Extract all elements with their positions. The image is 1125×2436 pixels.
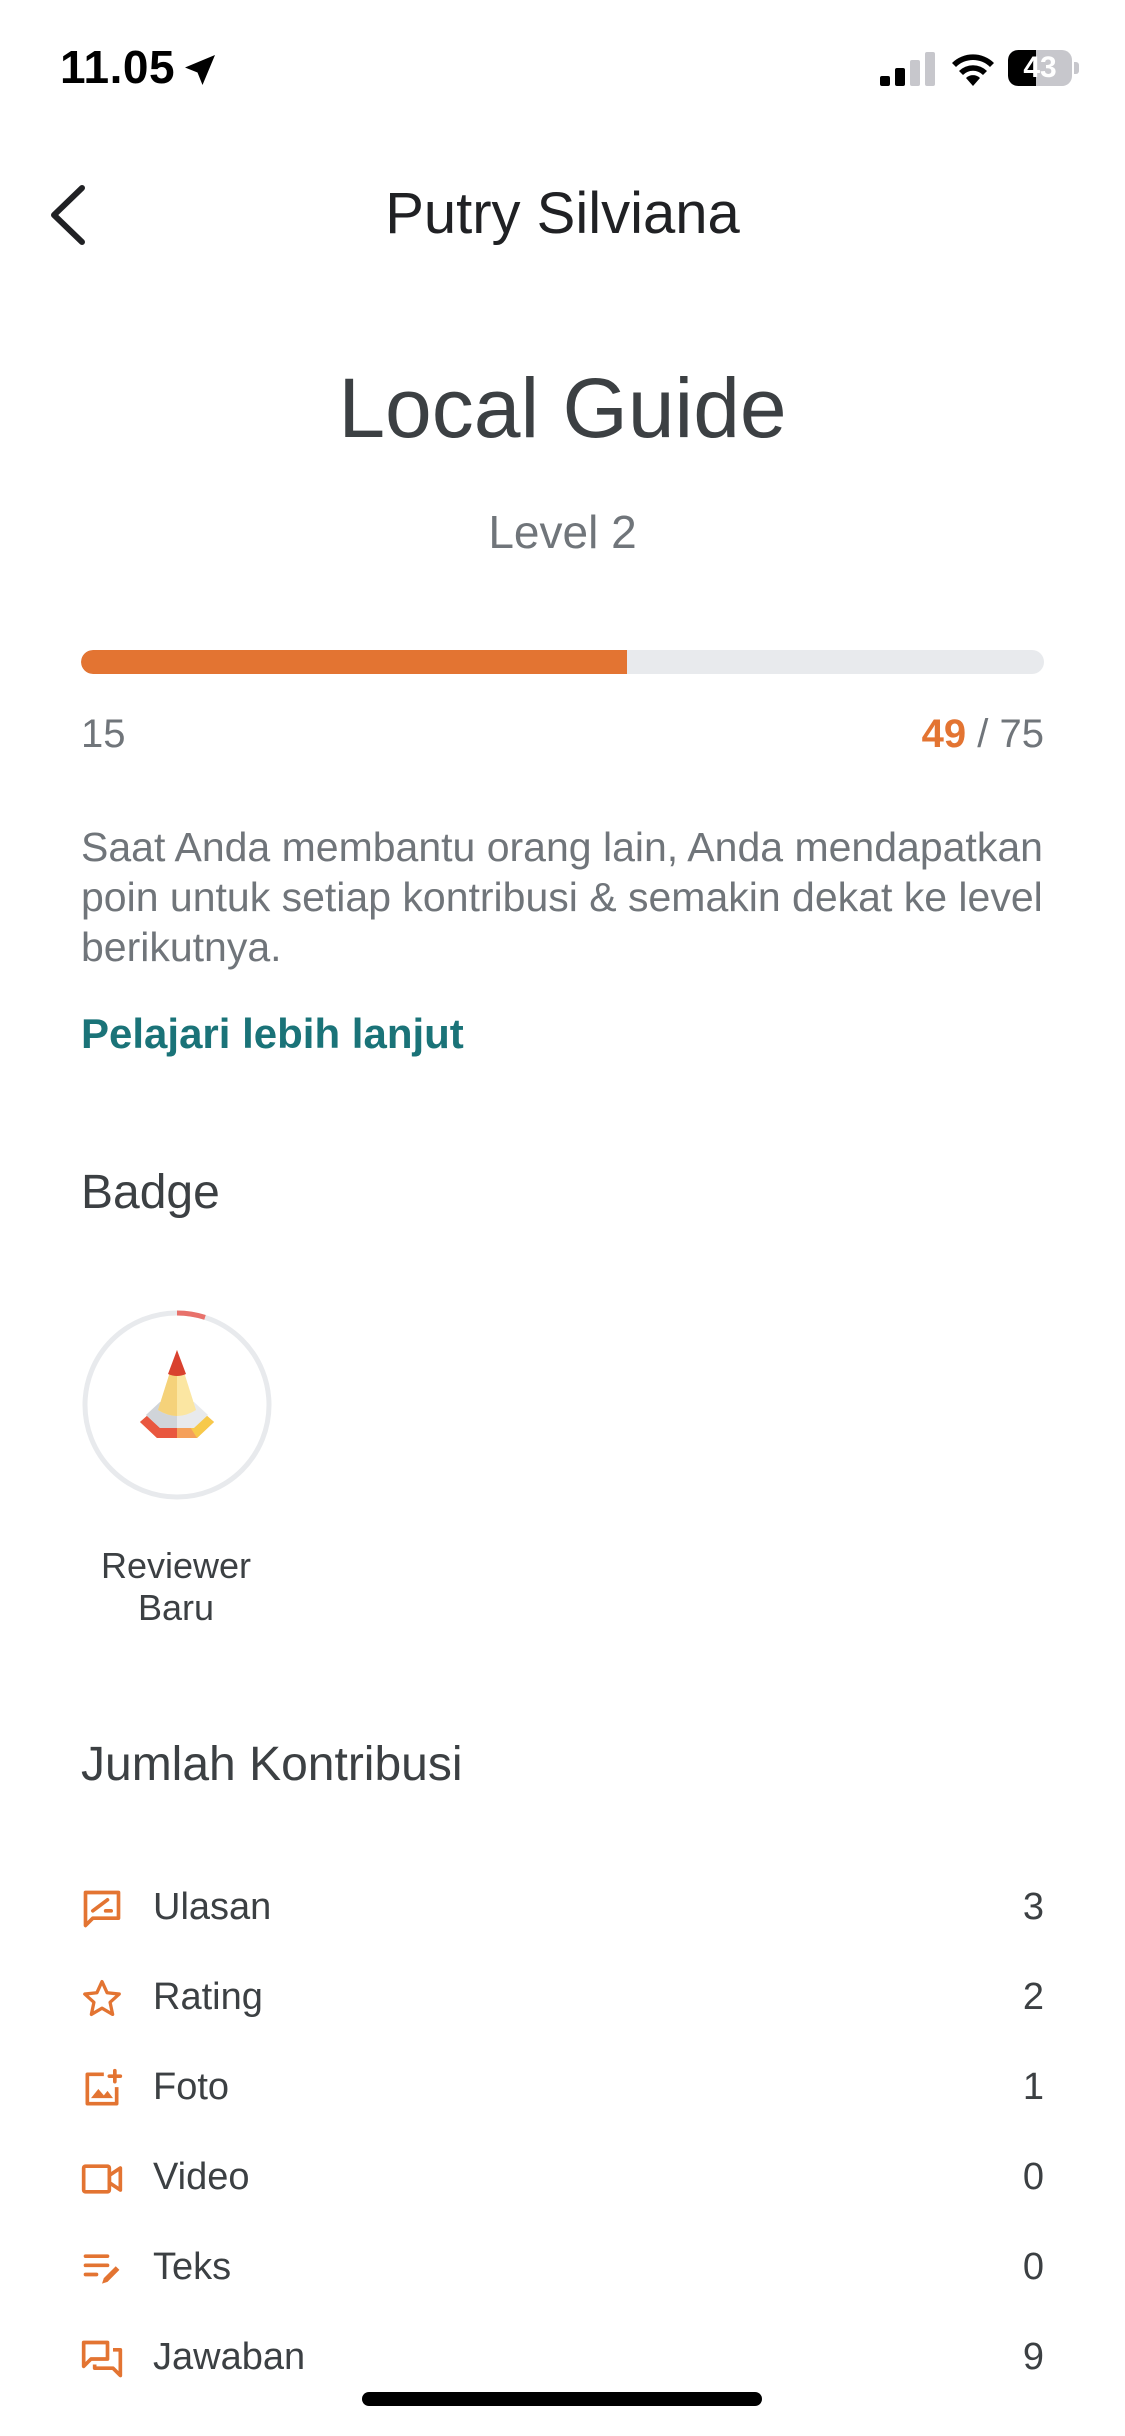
contribution-value: 9 [1022, 2336, 1044, 2378]
local-guide-screen: 11.05 43 Putry Silviana Local Guide Leve… [0, 0, 1125, 2436]
progress-min: 15 [81, 712, 126, 756]
level-description: Saat Anda membantu orang lain, Anda mend… [81, 824, 1043, 970]
learn-more-link[interactable]: Pelajari lebih lanjut [81, 1010, 464, 1058]
edit-text-icon [83, 2254, 120, 2284]
contribution-label: Jawaban [153, 2336, 306, 2378]
battery-body: 43 [1008, 50, 1072, 86]
contribution-label: Rating [153, 1976, 263, 2018]
answer-icon [81, 2340, 123, 2378]
battery-nub [1074, 62, 1079, 74]
review-icon [83, 1890, 121, 1928]
progress-max: 75 [999, 712, 1045, 756]
level-progress-bar [81, 650, 1044, 674]
reviewer-badge-icon [82, 1310, 272, 1500]
battery-level: 43 [1023, 51, 1057, 84]
level-progress-fill [81, 650, 627, 674]
progress-separator: / [966, 712, 1000, 756]
contribution-value: 1 [1022, 2066, 1044, 2108]
level-label: Level 2 [488, 506, 637, 558]
contribution-value: 0 [1022, 2156, 1044, 2198]
contribution-value: 2 [1022, 1976, 1044, 2018]
progress-current: 49 [921, 712, 967, 756]
battery-icon: 43 [1008, 50, 1080, 86]
contribution-label: Foto [153, 2066, 230, 2108]
contribution-row-ulasan[interactable]: Ulasan 3 [0, 1866, 1125, 1956]
progress-count: 49 / 75 [922, 712, 1044, 757]
home-indicator[interactable] [362, 2392, 762, 2406]
status-bar: 11.05 43 [0, 0, 1125, 140]
contribution-label: Ulasan [153, 1886, 272, 1928]
contribution-row-rating[interactable]: Rating 2 [0, 1956, 1125, 2046]
badge-heading: Badge [81, 1166, 220, 1219]
location-arrow-icon [185, 55, 215, 85]
header-title: Putry Silviana [385, 181, 740, 246]
guide-title: Local Guide [338, 361, 787, 455]
contribution-row-foto[interactable]: Foto 1 [0, 2046, 1125, 2136]
contribution-label: Teks [153, 2246, 232, 2288]
status-time: 11.05 [60, 41, 176, 93]
add-photo-icon [85, 2068, 123, 2106]
contribution-value: 3 [1022, 1886, 1044, 1928]
video-icon [81, 2164, 123, 2194]
contribution-value: 0 [1022, 2246, 1044, 2288]
contribution-row-video[interactable]: Video 0 [0, 2136, 1125, 2226]
contribution-label: Video [153, 2156, 250, 2198]
cellular-signal-icon [880, 52, 935, 86]
wifi-icon [952, 54, 994, 86]
star-icon [83, 1979, 121, 2017]
badge-label: Reviewer Baru [100, 1545, 252, 1628]
contribution-row-teks[interactable]: Teks 0 [0, 2226, 1125, 2316]
chevron-left-icon[interactable] [40, 180, 100, 250]
contributions-heading: Jumlah Kontribusi [81, 1738, 463, 1791]
